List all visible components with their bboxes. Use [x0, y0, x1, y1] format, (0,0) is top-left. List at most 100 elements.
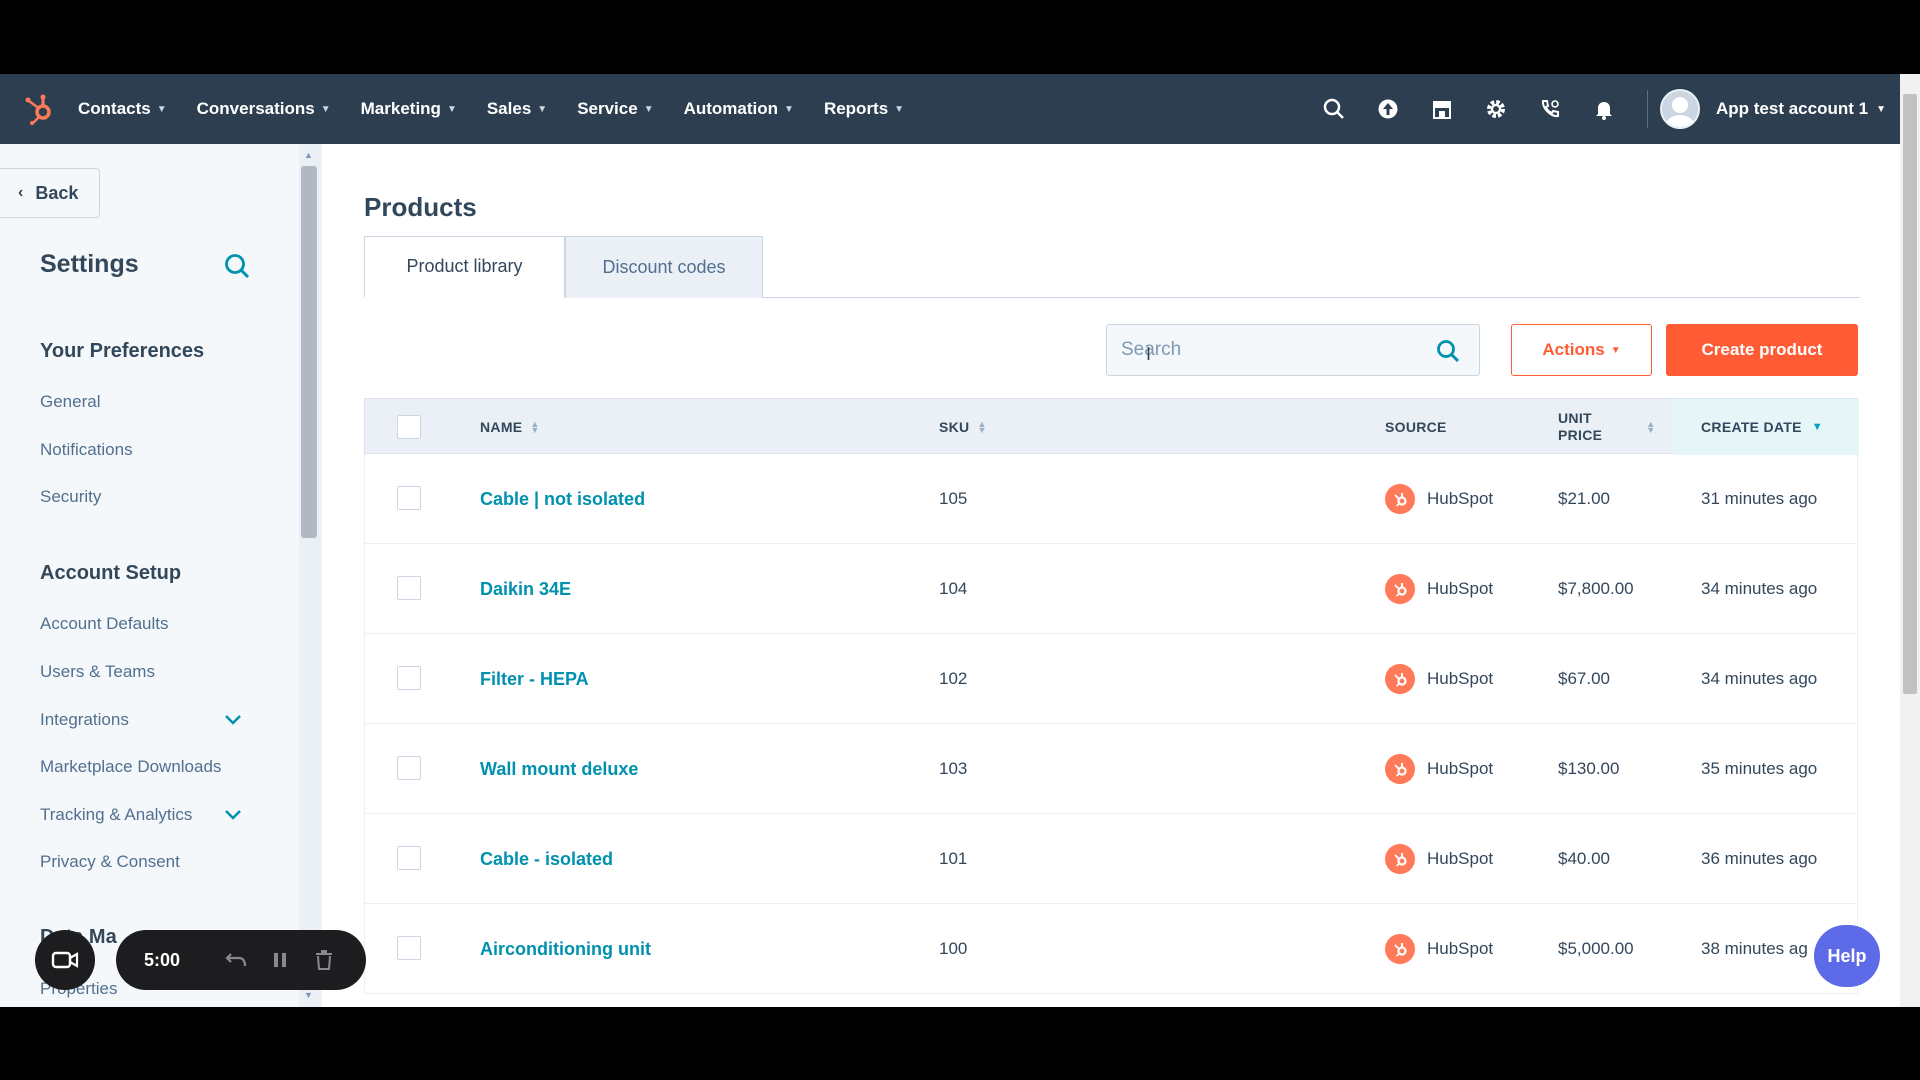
column-header-create-date[interactable]: CREATE DATE ▼: [1673, 399, 1859, 455]
select-all-checkbox[interactable]: [397, 415, 421, 439]
product-unit-price: $7,800.00: [1558, 579, 1634, 598]
chevron-down-icon[interactable]: [224, 809, 242, 821]
camera-toggle-button[interactable]: [35, 930, 95, 990]
search-placeholder: Search: [1121, 339, 1182, 360]
product-name-link[interactable]: Airconditioning unit: [480, 904, 651, 994]
settings-sidebar: ‹ Back Settings Your Preferences General …: [0, 144, 322, 1007]
chevron-down-icon: ▼: [156, 103, 167, 115]
sidebar-item-privacy-consent[interactable]: Privacy & Consent: [40, 852, 180, 872]
row-checkbox[interactable]: [397, 936, 421, 960]
nav-service-label: Service: [577, 99, 638, 118]
product-name-link[interactable]: Daikin 34E: [480, 544, 571, 634]
nav-marketing-label: Marketing: [360, 99, 441, 118]
hubspot-source-icon: [1385, 664, 1415, 694]
nav-divider: [1647, 90, 1648, 128]
trash-icon[interactable]: [312, 948, 336, 972]
product-name-link[interactable]: Wall mount deluxe: [480, 724, 638, 814]
scroll-down-arrow-icon[interactable]: ▼: [304, 990, 313, 1000]
product-unit-price: $21.00: [1558, 489, 1610, 508]
page-scroll-thumb[interactable]: [1903, 94, 1917, 694]
sidebar-item-integrations[interactable]: Integrations: [40, 710, 129, 730]
avatar[interactable]: [1660, 89, 1700, 129]
product-sku: 100: [939, 939, 968, 958]
product-sku: 105: [939, 489, 968, 508]
actions-button[interactable]: Actions ▼: [1511, 324, 1652, 376]
column-header-label: SOURCE: [1385, 419, 1447, 435]
sidebar-item-account-defaults[interactable]: Account Defaults: [40, 614, 169, 634]
sidebar-item-security[interactable]: Security: [40, 487, 101, 507]
chevron-down-icon: ▼: [894, 103, 905, 115]
source-label: HubSpot: [1427, 849, 1494, 868]
product-name-link[interactable]: Cable | not isolated: [480, 454, 645, 544]
undo-icon[interactable]: [224, 948, 248, 972]
pause-icon[interactable]: [268, 948, 292, 972]
back-button[interactable]: ‹ Back: [0, 168, 100, 218]
nav-conversations[interactable]: Conversations ▼: [197, 99, 331, 119]
page-scrollbar[interactable]: [1900, 74, 1920, 1007]
row-checkbox[interactable]: [397, 666, 421, 690]
notification-bell-icon[interactable]: [1590, 95, 1618, 123]
nav-contacts[interactable]: Contacts ▼: [78, 99, 167, 119]
sidebar-scroll-thumb[interactable]: [301, 166, 317, 538]
settings-gear-icon[interactable]: [1482, 95, 1510, 123]
chevron-down-icon: ▼: [784, 103, 794, 115]
create-product-button[interactable]: Create product: [1666, 324, 1858, 376]
product-unit-price: $5,000.00: [1558, 939, 1634, 958]
product-sku: 102: [939, 669, 968, 688]
camera-icon: [51, 951, 79, 969]
product-create-date: 36 minutes ago: [1701, 849, 1818, 868]
account-menu[interactable]: App test account 1 ▼: [1716, 99, 1886, 119]
nav-reports[interactable]: Reports ▼: [824, 99, 904, 119]
sort-descending-icon: ▼: [1811, 421, 1823, 433]
product-name-link[interactable]: Filter - HEPA: [480, 634, 589, 724]
top-navigation: Contacts ▼ Conversations ▼ Marketing ▼ Sale…: [0, 74, 1900, 144]
row-checkbox[interactable]: [397, 756, 421, 780]
table-row: Filter - HEPA 102 HubSpot $67.00 34 minu…: [364, 634, 1858, 724]
chevron-down-icon[interactable]: [224, 714, 242, 726]
search-icon[interactable]: [223, 252, 251, 280]
caret-down-icon: ▼: [1610, 344, 1621, 356]
main-content: Products Product library Discount codes …: [364, 144, 1860, 1007]
column-header-name[interactable]: NAME ▲ ▼: [480, 399, 540, 455]
tab-product-library[interactable]: Product library: [364, 236, 565, 298]
column-header-label: SKU: [939, 419, 970, 435]
nav-marketing[interactable]: Marketing ▼: [361, 99, 457, 119]
calling-icon[interactable]: [1536, 95, 1564, 123]
product-name-link[interactable]: Cable - isolated: [480, 814, 613, 904]
product-source: HubSpot: [1385, 634, 1493, 724]
search-icon[interactable]: [1435, 338, 1461, 364]
column-header-sku[interactable]: SKU ▲ ▼: [939, 399, 987, 455]
nav-service[interactable]: Service ▼: [577, 99, 653, 119]
sidebar-item-users-teams[interactable]: Users & Teams: [40, 662, 155, 682]
marketplace-icon[interactable]: [1428, 95, 1456, 123]
source-label: HubSpot: [1427, 759, 1494, 778]
scroll-up-arrow-icon[interactable]: ▲: [304, 150, 313, 160]
product-create-date: 34 minutes ago: [1701, 579, 1818, 598]
hubspot-logo-icon[interactable]: [22, 92, 56, 126]
search-icon[interactable]: [1320, 95, 1348, 123]
sidebar-item-general[interactable]: General: [40, 392, 100, 412]
nav-conversations-label: Conversations: [196, 99, 315, 118]
nav-sales[interactable]: Sales ▼: [487, 99, 547, 119]
account-name: App test account 1: [1716, 99, 1869, 118]
back-label: Back: [35, 182, 79, 203]
nav-reports-label: Reports: [823, 99, 889, 118]
nav-automation[interactable]: Automation ▼: [684, 99, 794, 119]
row-checkbox[interactable]: [397, 486, 421, 510]
search-input[interactable]: Search: [1106, 324, 1480, 376]
help-button[interactable]: Help: [1814, 925, 1880, 987]
table-row: Airconditioning unit 100 HubSpot $5,000.…: [364, 904, 1858, 994]
row-checkbox[interactable]: [397, 846, 421, 870]
column-header-unit-price[interactable]: UNIT PRICE ▲ ▼: [1558, 399, 1656, 455]
source-label: HubSpot: [1427, 939, 1494, 958]
sidebar-item-notifications[interactable]: Notifications: [40, 440, 133, 460]
product-unit-price: $67.00: [1558, 669, 1610, 688]
tab-discount-codes[interactable]: Discount codes: [565, 236, 763, 298]
row-checkbox[interactable]: [397, 576, 421, 600]
sidebar-scrollbar[interactable]: ▲ ▼: [299, 144, 321, 1007]
page-title: Products: [364, 192, 477, 222]
upgrade-icon[interactable]: [1374, 95, 1402, 123]
product-create-date: 38 minutes ag: [1701, 939, 1808, 958]
sidebar-item-tracking-analytics[interactable]: Tracking & Analytics: [40, 805, 192, 825]
sidebar-item-marketplace-downloads[interactable]: Marketplace Downloads: [40, 757, 221, 777]
